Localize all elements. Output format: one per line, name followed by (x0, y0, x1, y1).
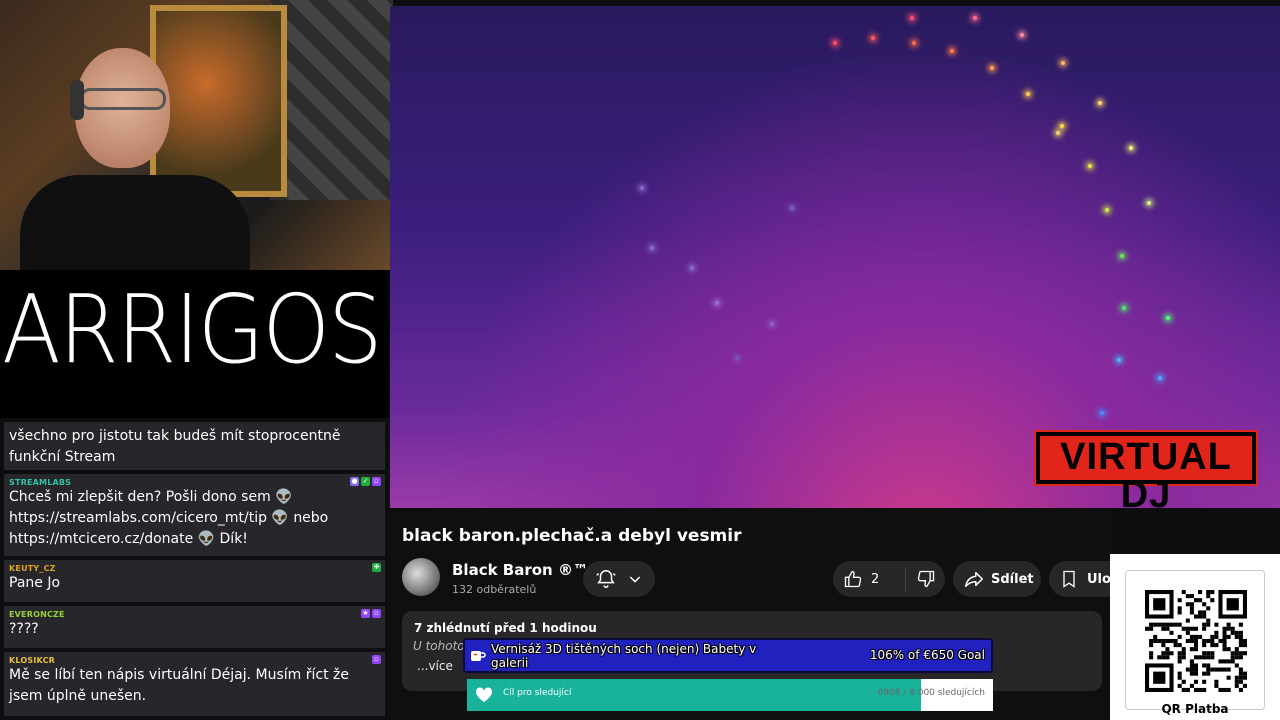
user-badges: ✚ (372, 563, 381, 572)
glasses (80, 88, 166, 110)
share-label: Sdílet (991, 571, 1034, 587)
chat-username[interactable]: KLOSIKCR (9, 656, 380, 665)
particle (912, 41, 916, 45)
particle (1026, 92, 1030, 96)
badge-icon: ▫ (372, 655, 381, 664)
user-badges: ● ✓ ▫ (350, 477, 381, 486)
like-dislike-group: 2 (833, 561, 945, 597)
moderator-badge-icon: ✚ (372, 563, 381, 572)
chat-username[interactable]: EVERONCZE (9, 610, 380, 619)
particle (735, 356, 739, 360)
subscriber-count: 132 odběratelů (452, 583, 537, 596)
painting-frame (150, 5, 287, 197)
particle (790, 206, 794, 210)
particle (1158, 376, 1162, 380)
particle (1129, 146, 1133, 150)
particle (690, 266, 694, 270)
particle (910, 16, 914, 20)
chat-panel: všechno pro jistotu tak budeš mít stopro… (0, 418, 390, 720)
chat-message: KEUTY_CZ ✚ Pane Jo (4, 560, 385, 602)
badge-icon: ✓ (361, 477, 370, 486)
particle (1060, 124, 1064, 128)
acoustic-foam-wall (270, 0, 393, 200)
particle (1056, 131, 1060, 135)
heart-hands-icon (475, 687, 493, 702)
bell-icon (596, 570, 616, 588)
channel-name[interactable]: Black Baron ®™ (452, 561, 588, 579)
chat-username[interactable]: KEUTY_CZ (9, 564, 380, 573)
qr-label: QR Platba (1161, 702, 1229, 716)
chat-message: STREAMLABS ● ✓ ▫ Chceš mi zlepšit den? P… (4, 474, 385, 556)
share-button[interactable]: Sdílet (953, 561, 1041, 597)
virtual-dj-logo: VIRTUAL DJ (1034, 430, 1258, 508)
particle (1120, 254, 1124, 258)
show-more-link[interactable]: ...více (417, 659, 453, 673)
particle (1166, 316, 1170, 320)
particle (1105, 208, 1109, 212)
particle (715, 301, 719, 305)
particle (973, 16, 977, 20)
particle (833, 41, 837, 45)
qr-payment-panel: QR Platba (1110, 554, 1280, 720)
star-badge-icon: ★ (361, 609, 370, 618)
follower-goal-bar: Cíl pro sledující 6908 / 8 000 sledující… (467, 679, 993, 711)
particle (1020, 33, 1024, 37)
particle (1100, 411, 1104, 415)
chat-message: KLOSIKCR ▫ Mě se líbí ten nápis virtuáln… (4, 652, 385, 716)
like-count: 2 (871, 571, 880, 587)
like-button[interactable]: 2 (833, 567, 906, 591)
chat-message-text: Mě se líbí ten nápis virtuální Déjaj. Mu… (9, 667, 349, 704)
particle (871, 36, 875, 40)
chat-message-text: ???? (9, 621, 39, 637)
particle (1088, 164, 1092, 168)
badge-icon: ▫ (372, 477, 381, 486)
donation-goal-amount: 106% of €650 Goal (869, 648, 985, 662)
particle (1117, 358, 1121, 362)
badge-icon: ● (350, 477, 359, 486)
chat-username[interactable]: STREAMLABS (9, 478, 380, 487)
chevron-down-icon (629, 576, 641, 583)
chat-message: všechno pro jistotu tak budeš mít stopro… (4, 422, 385, 470)
user-badges: ★ ▫ (361, 609, 381, 618)
particle (1147, 201, 1151, 205)
share-icon (965, 571, 983, 588)
notification-bell-button[interactable] (583, 561, 655, 597)
particle (1061, 61, 1065, 65)
views-and-date: 7 zhlédnutí před 1 hodinou (414, 621, 597, 635)
bookmark-icon (1063, 570, 1075, 588)
follower-goal-label: Cíl pro sledující (503, 688, 572, 698)
headset (70, 80, 84, 120)
thumbs-up-icon (844, 570, 862, 588)
chat-message-text: všechno pro jistotu tak budeš mít stopro… (9, 428, 341, 465)
particle (650, 246, 654, 250)
user-badges: ▫ (372, 655, 381, 664)
qr-code (1145, 590, 1247, 692)
streamer-torso (20, 175, 250, 270)
channel-avatar[interactable] (402, 558, 440, 596)
badge-icon: ▫ (372, 609, 381, 618)
arrigos-logo: ARRIGOS (2, 275, 383, 385)
video-title: black baron.plechač.a debyl vesmir (402, 526, 742, 546)
particle (990, 66, 994, 70)
particle (1098, 101, 1102, 105)
coffee-cup-icon (471, 651, 486, 661)
chat-message: EVERONCZE ★ ▫ ???? (4, 606, 385, 648)
webcam-feed (0, 0, 393, 270)
qr-frame (1125, 570, 1265, 710)
donation-goal-bar: Vernisáž 3D tištěných soch (nejen) Babet… (463, 638, 993, 673)
particle (950, 49, 954, 53)
dislike-button[interactable] (906, 569, 936, 589)
particle (640, 186, 644, 190)
video-player[interactable]: VIRTUAL DJ (390, 6, 1280, 508)
particle (1122, 306, 1126, 310)
thumbs-down-icon (917, 570, 935, 588)
particle (770, 322, 774, 326)
donation-goal-title: Vernisáž 3D tištěných soch (nejen) Babet… (491, 642, 757, 670)
chat-message-text: Chceš mi zlepšit den? Pošli dono sem 👽 h… (9, 489, 329, 547)
virtual-dj-logo-text: VIRTUAL DJ (1060, 436, 1232, 508)
follower-goal-count: 6908 / 8 000 sledujících (877, 688, 985, 698)
description-preview: U tohoto (413, 639, 465, 653)
chat-message-text: Pane Jo (9, 575, 61, 591)
